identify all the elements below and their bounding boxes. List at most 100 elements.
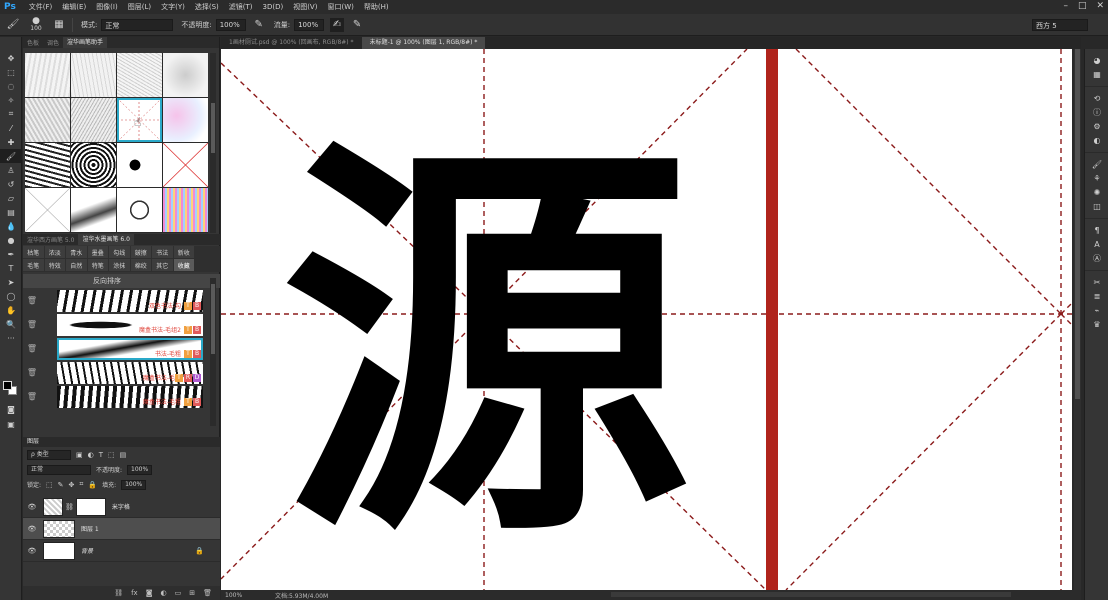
link-layers-icon[interactable]: ⛓: [114, 589, 123, 597]
zoom-level[interactable]: 100%: [225, 592, 265, 599]
shape-icon[interactable]: ◯: [0, 289, 22, 303]
blend-mode-select[interactable]: 正常: [27, 464, 91, 475]
trash-icon[interactable]: 🗑: [26, 368, 38, 377]
category-button[interactable]: 新收: [173, 246, 194, 258]
category-button[interactable]: 其它: [152, 259, 173, 271]
adjustments-panel-icon[interactable]: ◐: [1085, 133, 1108, 147]
delete-layer-icon[interactable]: 🗑: [203, 589, 212, 597]
clone-source-icon[interactable]: ✺: [1085, 185, 1108, 199]
brush-settings-icon[interactable]: 🖌: [1085, 157, 1108, 171]
category-button[interactable]: 墨叠: [87, 246, 108, 258]
filter-smart-icon[interactable]: ▤: [120, 451, 127, 459]
category-button[interactable]: 枯笔: [23, 246, 44, 258]
lock-pixels-icon[interactable]: ⬚: [46, 481, 53, 489]
adjustment-layer-icon[interactable]: ◐: [161, 589, 167, 597]
brush-presets-icon[interactable]: ⚘: [1085, 171, 1108, 185]
glyphs-panel-icon[interactable]: Ⓐ: [1085, 251, 1108, 265]
color-panel-icon[interactable]: ◕: [1085, 53, 1108, 67]
menu-view[interactable]: 视图(V): [288, 2, 322, 12]
brush-preset[interactable]: [117, 143, 162, 187]
preset-list-scrollbar[interactable]: [210, 278, 216, 426]
zoom-icon[interactable]: 🔍: [0, 317, 22, 331]
type-icon[interactable]: T: [0, 261, 22, 275]
category-button[interactable]: 勾线: [109, 246, 130, 258]
hand-icon[interactable]: ✋: [0, 303, 22, 317]
pen-icon[interactable]: ✒: [0, 247, 22, 261]
brush-preset[interactable]: [117, 188, 162, 232]
swatches-panel-icon[interactable]: ▦: [1085, 67, 1108, 81]
new-group-icon[interactable]: ▭: [175, 589, 182, 597]
layer-row[interactable]: 👁 ⛓ 米字格: [23, 496, 220, 518]
brush-preset[interactable]: [163, 98, 208, 142]
eyedropper-icon[interactable]: ⁄: [0, 121, 22, 135]
eye-icon[interactable]: 👁: [23, 503, 41, 511]
brush-preset[interactable]: [25, 98, 70, 142]
brush-panel-toggle-icon[interactable]: ▦: [52, 18, 66, 32]
tab-ink-brush[interactable]: 渲华水墨画笔 6.0: [78, 234, 134, 245]
eye-icon[interactable]: 👁: [23, 547, 41, 555]
brush-tool-icon[interactable]: 🖌: [6, 18, 20, 32]
category-button-active[interactable]: 收藏: [173, 259, 194, 271]
brush-preset[interactable]: [163, 188, 208, 232]
path-select-icon[interactable]: ➤: [0, 275, 22, 289]
close-icon[interactable]: ✕: [1096, 1, 1104, 11]
tab-swatches[interactable]: 色板: [23, 38, 43, 47]
menu-filter[interactable]: 滤镜(T): [224, 2, 258, 12]
new-layer-icon[interactable]: ⊞: [189, 589, 195, 597]
lock-paint-icon[interactable]: ✎: [58, 481, 64, 489]
brush-preset[interactable]: [163, 143, 208, 187]
brush-preset-selected[interactable]: ☝: [117, 98, 162, 142]
document-tab-active[interactable]: 未标题-1 @ 100% (图层 1, RGB/8#) *: [361, 37, 486, 49]
preset-row[interactable]: 🗑 魔盒书法-毛粗 T B: [23, 385, 220, 408]
brush-preset[interactable]: [25, 53, 70, 97]
brush-preset[interactable]: [163, 53, 208, 97]
paragraph-panel-icon[interactable]: ¶: [1085, 223, 1108, 237]
brush-preset[interactable]: [71, 98, 116, 142]
lock-artboard-icon[interactable]: ⌗: [79, 480, 83, 489]
maximize-icon[interactable]: □: [1078, 1, 1087, 11]
dodge-icon[interactable]: ●: [0, 233, 22, 247]
menu-layer[interactable]: 图层(L): [123, 2, 156, 12]
eraser-icon[interactable]: ▱: [0, 191, 22, 205]
menu-help[interactable]: 帮助(H): [359, 2, 394, 12]
lock-all-icon[interactable]: 🔒: [88, 481, 97, 489]
gradient-icon[interactable]: ▤: [0, 205, 22, 219]
filter-shape-icon[interactable]: ⬚: [108, 451, 115, 459]
lock-position-icon[interactable]: ✥: [69, 481, 75, 489]
category-button[interactable]: 特效: [44, 259, 65, 271]
layer-row-selected[interactable]: 👁 图层 1: [23, 518, 220, 540]
history-panel-icon[interactable]: ⟲: [1085, 91, 1108, 105]
horizontal-scrollbar[interactable]: [611, 592, 1011, 597]
airbrush-icon[interactable]: ✍: [330, 17, 345, 32]
preset-row-selected[interactable]: 🗑 书法-毛粗 T B: [23, 337, 220, 360]
layers-panel-title[interactable]: 图层: [23, 437, 220, 447]
trash-icon[interactable]: 🗑: [26, 296, 38, 305]
layer-kind-filter[interactable]: ρ 类型: [27, 449, 71, 460]
move-icon[interactable]: ✥: [0, 51, 22, 65]
category-button[interactable]: 棉绞: [130, 259, 151, 271]
layer-row[interactable]: 👁 背景 🔒: [23, 540, 220, 562]
category-button[interactable]: 自然: [66, 259, 87, 271]
filter-type-icon[interactable]: T: [99, 451, 103, 459]
vertical-scrollbar[interactable]: [1074, 49, 1081, 590]
brush-grid-scrollbar[interactable]: [210, 53, 216, 233]
eye-icon[interactable]: 👁: [23, 525, 41, 533]
trash-icon[interactable]: 🗑: [26, 320, 38, 329]
quick-mask-icon[interactable]: ◙: [0, 402, 22, 416]
stamp-icon[interactable]: ♙: [0, 163, 22, 177]
crop-icon[interactable]: ⌗: [0, 107, 22, 121]
menu-edit[interactable]: 编辑(E): [57, 2, 91, 12]
brush-preset-picker[interactable]: ● 100: [26, 17, 46, 33]
layer-opacity-field[interactable]: 100%: [127, 464, 153, 475]
menu-file[interactable]: 文件(F): [24, 2, 58, 12]
more-icon[interactable]: ···: [0, 331, 22, 345]
menu-image[interactable]: 图像(I): [91, 2, 123, 12]
fill-field[interactable]: 100%: [121, 479, 147, 490]
pressure-size-icon[interactable]: ✎: [350, 18, 364, 32]
preset-row[interactable]: 🗑 魔盒书法-毛组2 T B: [23, 313, 220, 336]
marquee-icon[interactable]: ⬚: [0, 65, 22, 79]
foreground-color-swatch[interactable]: [3, 381, 12, 390]
layer-style-icon[interactable]: fx: [131, 589, 138, 597]
category-button[interactable]: 特笔: [87, 259, 108, 271]
info-panel-icon[interactable]: ⓘ: [1085, 105, 1108, 119]
